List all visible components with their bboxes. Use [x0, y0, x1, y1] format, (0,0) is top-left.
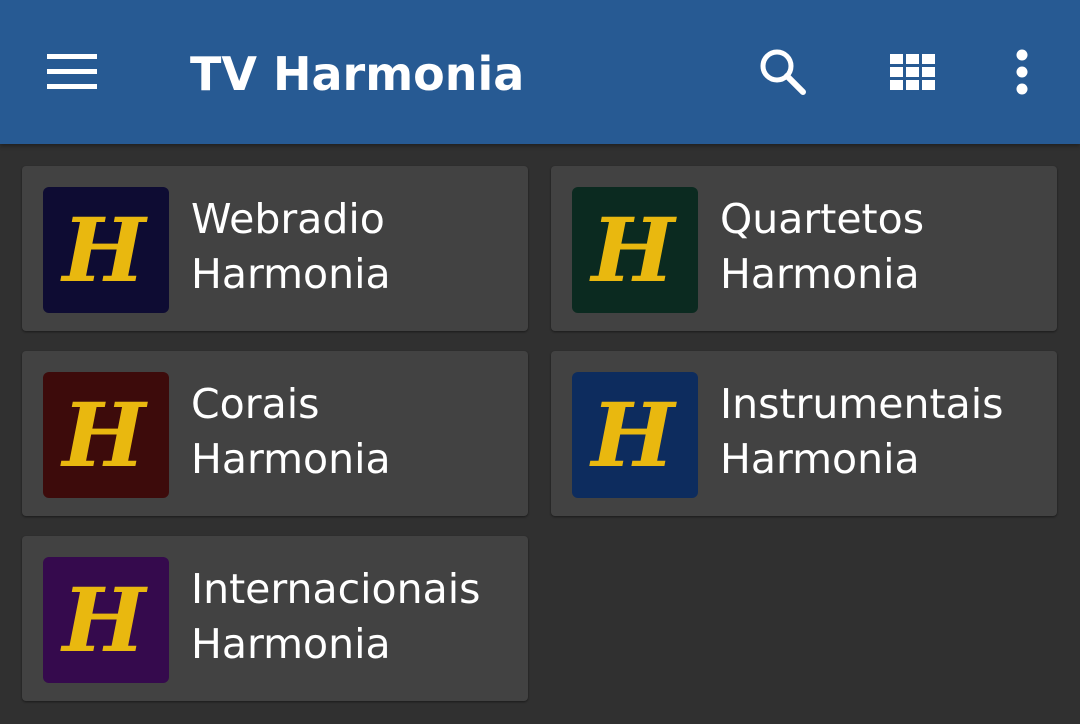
menu-button[interactable] [37, 36, 109, 108]
channel-name-line1: Internacionais [191, 565, 481, 613]
harmonia-h-icon: H [591, 383, 675, 487]
harmonia-h-icon: H [62, 198, 146, 302]
harmonia-h-icon: H [62, 568, 146, 672]
channel-name-line2: Harmonia [720, 435, 920, 483]
search-button[interactable] [747, 36, 819, 108]
channel-card-internacionais[interactable]: H Internacionais Harmonia [22, 536, 528, 701]
channel-logo: H [43, 187, 169, 313]
channel-name-line2: Harmonia [720, 250, 920, 298]
channel-name: Instrumentais Harmonia [720, 377, 1050, 487]
menu-icon [47, 54, 97, 89]
harmonia-h-icon: H [62, 383, 146, 487]
channel-logo: H [43, 557, 169, 683]
channel-name-line2: Harmonia [191, 250, 391, 298]
channel-name-line1: Instrumentais [720, 380, 1004, 428]
grid-view-icon [890, 54, 935, 90]
channel-name-line1: Webradio [191, 195, 385, 243]
app-bar: TV Harmonia [0, 0, 1080, 144]
channel-name: Webradio Harmonia [191, 192, 521, 302]
grid-view-button[interactable] [877, 36, 949, 108]
channel-grid: H Webradio Harmonia H Quartetos Harmonia… [0, 144, 1080, 724]
channel-logo: H [572, 372, 698, 498]
more-vert-icon [1016, 49, 1028, 95]
channel-card-quartetos[interactable]: H Quartetos Harmonia [551, 166, 1057, 331]
channel-name: Quartetos Harmonia [720, 192, 1050, 302]
app-title: TV Harmonia [190, 47, 525, 101]
channel-name-line1: Corais [191, 380, 320, 428]
search-icon [760, 49, 806, 95]
channel-name-line2: Harmonia [191, 435, 391, 483]
channel-name-line1: Quartetos [720, 195, 925, 243]
channel-logo: H [43, 372, 169, 498]
channel-card-instrumentais[interactable]: H Instrumentais Harmonia [551, 351, 1057, 516]
channel-name: Internacionais Harmonia [191, 562, 521, 672]
channel-card-webradio[interactable]: H Webradio Harmonia [22, 166, 528, 331]
channel-name-line2: Harmonia [191, 620, 391, 668]
harmonia-h-icon: H [591, 198, 675, 302]
channel-card-corais[interactable]: H Corais Harmonia [22, 351, 528, 516]
channel-logo: H [572, 187, 698, 313]
more-options-button[interactable] [986, 36, 1058, 108]
channel-name: Corais Harmonia [191, 377, 521, 487]
